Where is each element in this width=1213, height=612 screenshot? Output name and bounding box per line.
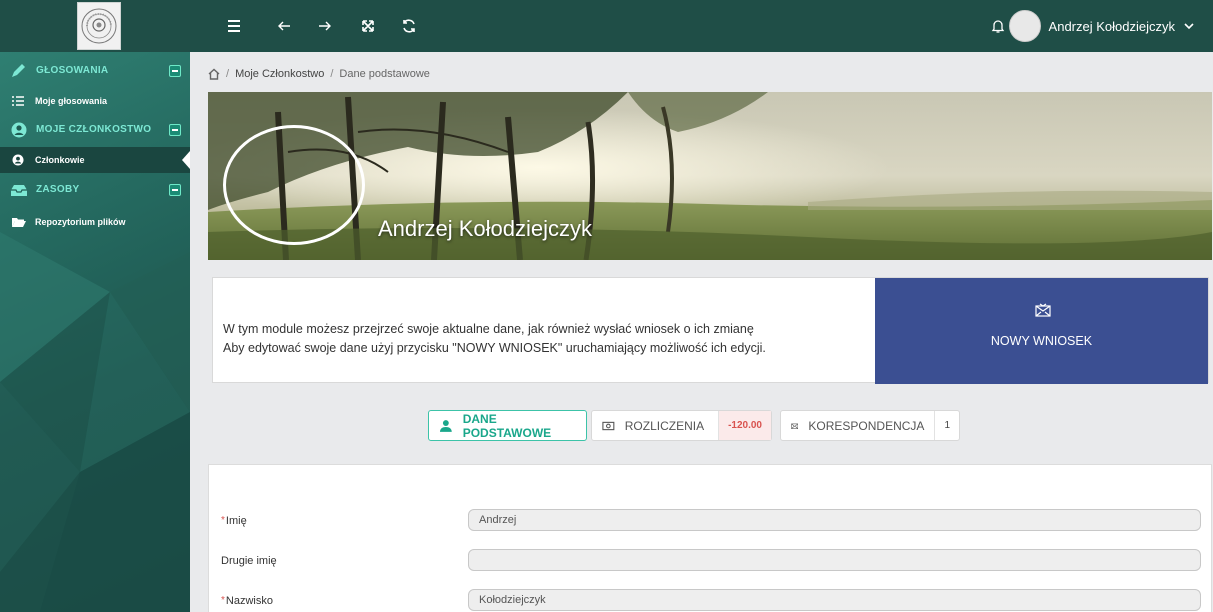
sidebar-item-my-votes[interactable]: Moje głosowania: [0, 88, 190, 114]
tab-settlements[interactable]: ROZLICZENIA -120.00: [591, 410, 772, 441]
organization-logo[interactable]: [77, 2, 121, 50]
envelope-icon: [1035, 303, 1051, 317]
sidebar-group-resources[interactable]: ZASOBY: [0, 175, 190, 205]
top-bar: Andrzej Kołodziejczyk: [0, 0, 1213, 52]
inbox-tray-icon: [11, 185, 27, 196]
balance-badge: -120.00: [718, 411, 771, 440]
sidebar-item-file-repository[interactable]: Repozytorium plików: [0, 209, 190, 235]
expand-icon: [362, 20, 374, 32]
tab-basic-data[interactable]: DANE PODSTAWOWE: [428, 410, 587, 441]
middle-name-field[interactable]: [468, 549, 1201, 571]
sidebar-group-label: MOJE CZŁONKOSTWO: [36, 124, 152, 135]
sidebar-item-label: Moje głosowania: [35, 96, 108, 106]
user-name: Andrzej Kołodziejczyk: [1048, 18, 1175, 34]
user-menu[interactable]: Andrzej Kołodziejczyk: [1008, 9, 1195, 43]
pencil-icon: [12, 64, 25, 77]
profile-name: Andrzej Kołodziejczyk: [378, 216, 592, 241]
breadcrumb: / Moje Członkostwo / Dane podstawowe: [208, 68, 430, 80]
collapse-icon[interactable]: [169, 124, 181, 136]
list-icon: [12, 96, 24, 106]
first-name-field[interactable]: [468, 509, 1201, 531]
refresh-icon: [403, 19, 415, 33]
arrow-left-icon: [278, 21, 290, 31]
form-row-middle-name: Drugie imię: [209, 549, 1213, 573]
sidebar-group-voting[interactable]: GŁOSOWANIA: [0, 56, 190, 86]
active-indicator: [182, 151, 190, 169]
collapse-icon[interactable]: [169, 65, 181, 77]
user-circle-icon: [11, 122, 27, 138]
avatar: [1008, 10, 1041, 42]
hamburger-icon: [228, 20, 240, 32]
info-panel: W tym module możesz przejrzeć swoje aktu…: [212, 277, 1209, 384]
count-badge: 1: [934, 411, 959, 440]
form-row-last-name: *Nazwisko: [209, 589, 1213, 612]
last-name-field[interactable]: [468, 589, 1201, 611]
tab-label: KORESPONDENCJA: [808, 418, 925, 433]
tab-label: ROZLICZENIA: [624, 418, 705, 433]
menu-toggle-button[interactable]: [222, 14, 246, 38]
arrow-right-icon: [319, 21, 331, 31]
new-request-label: NOWY WNIOSEK: [990, 334, 1093, 348]
sidebar-item-label: Repozytorium plików: [35, 217, 126, 227]
first-name-label: *Imię: [221, 515, 247, 527]
breadcrumb-item-current: Dane podstawowe: [339, 68, 430, 80]
sidebar-group-label: GŁOSOWANIA: [36, 65, 109, 76]
basic-data-form: *Imię Drugie imię *Nazwisko: [208, 464, 1212, 612]
user-icon: [439, 419, 452, 432]
sidebar-item-members[interactable]: Członkowie: [0, 147, 190, 173]
logo-area: [0, 0, 190, 52]
back-button[interactable]: [272, 14, 296, 38]
sidebar: GŁOSOWANIA Moje głosowania MOJE CZŁONKOS…: [0, 52, 190, 612]
new-request-button[interactable]: NOWY WNIOSEK: [875, 278, 1208, 384]
home-icon[interactable]: [208, 68, 220, 80]
last-name-label: *Nazwisko: [221, 595, 273, 607]
info-line-1: W tym module możesz przejrzeć swoje aktu…: [223, 322, 754, 336]
form-row-first-name: *Imię: [209, 509, 1213, 533]
forward-button[interactable]: [313, 14, 337, 38]
middle-name-label: Drugie imię: [221, 555, 277, 567]
sidebar-group-membership[interactable]: MOJE CZŁONKOSTWO: [0, 115, 190, 145]
notifications-button[interactable]: [986, 14, 1010, 38]
tab-correspondence[interactable]: KORESPONDENCJA 1: [780, 410, 960, 441]
sidebar-group-label: ZASOBY: [36, 184, 80, 195]
chevron-down-icon: [1184, 23, 1194, 30]
user-circle-icon: [12, 154, 24, 166]
folder-open-icon: [12, 218, 26, 227]
collapse-icon[interactable]: [169, 184, 181, 196]
info-text: W tym module możesz przejrzeć swoje aktu…: [223, 320, 766, 358]
envelope-icon: [791, 423, 799, 429]
breadcrumb-item-membership[interactable]: Moje Członkostwo: [235, 68, 324, 80]
tab-label: DANE PODSTAWOWE: [462, 411, 552, 440]
info-line-2: Aby edytować swoje dane użyj przycisku "…: [223, 341, 766, 355]
fullscreen-button[interactable]: [356, 14, 380, 38]
profile-banner: Andrzej Kołodziejczyk: [208, 92, 1212, 260]
seal-icon: [81, 8, 117, 44]
profile-photo-frame[interactable]: [223, 125, 365, 245]
sidebar-item-label: Członkowie: [35, 155, 85, 165]
refresh-button[interactable]: [397, 14, 421, 38]
bell-icon: [991, 20, 1005, 33]
money-bill-icon: [602, 421, 615, 430]
